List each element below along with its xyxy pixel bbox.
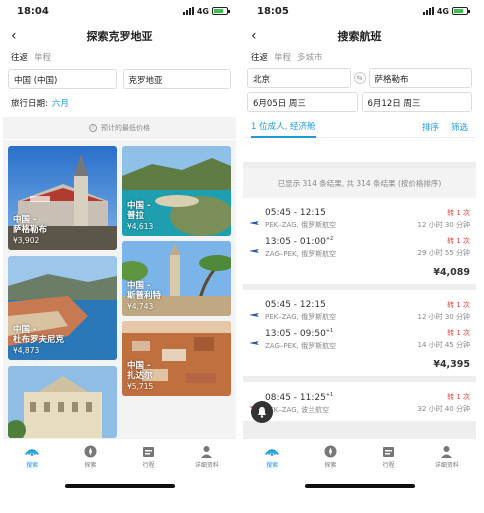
airline-logo-icon [249, 303, 259, 322]
price-hint: i 预计的最低价格 [3, 117, 236, 139]
page-title: 搜索航班 [337, 30, 382, 43]
signal-icon [182, 7, 194, 15]
tab-explore[interactable]: 探索 [61, 439, 119, 474]
airline-logo-icon [249, 211, 259, 230]
info-icon: i [89, 124, 97, 132]
results-summary: 已显示 314 条结果, 共 314 条结果 (按价格排序) [243, 168, 476, 198]
page-title: 探索克罗地亚 [86, 30, 153, 43]
tab-explore[interactable]: 探索 [301, 439, 359, 474]
flight-leg: 13:05 - 01:00+2 ZAG–PEK, 俄罗斯航空 转 1 次 29 小时… [249, 236, 470, 259]
tab-bar: 搜索 探索 行程 详细资料 [3, 438, 236, 474]
airline-logo-icon [249, 331, 259, 350]
battery-icon [212, 7, 230, 15]
trip-type-tabs: 往返 单程 [3, 50, 236, 64]
tab-search[interactable]: 搜索 [243, 439, 301, 474]
return-date-field[interactable]: 6月12日 周三 [361, 92, 472, 112]
flight-leg: 05:45 - 12:15 PEK–ZAG, 俄罗斯航空 转 1 次 12 小时 3… [249, 300, 470, 322]
price-hint-text: 预计的最低价格 [101, 124, 150, 132]
status-bar: 18:04 4G [3, 0, 236, 22]
destination-grid: 中国 - 萨格勒布 ¥3,902 中国 - 普拉 ¥4,613 中国 - 杜布罗… [3, 140, 236, 438]
tab-one-way[interactable]: 单程 [274, 51, 291, 63]
destination-card-dubrovnik[interactable]: 中国 - 杜布罗夫尼克 ¥4,873 [8, 256, 117, 360]
swap-icon[interactable]: ⇆ [353, 72, 366, 84]
destination-card-rijeka[interactable] [8, 366, 117, 438]
nav-bar: ‹ 搜索航班 [243, 22, 476, 50]
network-label: 4G [436, 6, 449, 16]
profile-icon [200, 444, 214, 458]
tab-search[interactable]: 搜索 [3, 439, 61, 474]
card-caption: 中国 - 萨格勒布 ¥3,902 [13, 215, 48, 245]
nav-bar: ‹ 探索克罗地亚 [3, 22, 236, 50]
result-card[interactable]: 05:45 - 12:15 PEK–ZAG, 俄罗斯航空 转 1 次 12 小时 3… [243, 198, 476, 284]
network-label: 4G [196, 6, 209, 16]
airline-logo-icon [249, 239, 259, 258]
travel-date-label: 旅行日期: [11, 99, 48, 109]
depart-date-field[interactable]: 6月05日 周三 [247, 92, 358, 112]
travel-date-row[interactable]: 旅行日期: 六月 [3, 89, 236, 109]
tab-bar: 搜索 探索 行程 详细资料 [243, 438, 476, 474]
passengers-cabin-selector[interactable]: 1 位成人, 经济舱 [251, 115, 316, 138]
result-price: ¥4,395 [433, 359, 470, 370]
card-caption: 中国 - 扎达尔 ¥5,715 [127, 361, 154, 391]
compass-icon [323, 444, 337, 458]
building-photo [8, 366, 117, 438]
trips-icon [382, 444, 396, 458]
back-button[interactable]: ‹ [251, 28, 257, 44]
trips-icon [142, 444, 156, 458]
origin-field[interactable]: 北京 [247, 68, 351, 88]
sort-button[interactable]: 排序 [422, 121, 439, 133]
battery-icon [452, 7, 470, 15]
card-caption: 中国 - 普拉 ¥4,613 [127, 201, 154, 231]
result-card[interactable]: 05:45 - 12:15 PEK–ZAG, 俄罗斯航空 转 1 次 12 小时 3… [243, 290, 476, 376]
search-waves-icon [25, 444, 39, 458]
search-waves-icon [265, 444, 279, 458]
flight-leg: 05:45 - 12:15 PEK–ZAG, 俄罗斯航空 转 1 次 12 小时 3… [249, 208, 470, 230]
status-time: 18:04 [17, 5, 49, 17]
destination-field[interactable]: 萨格勒布 [368, 68, 472, 88]
result-price: ¥4,089 [433, 267, 470, 278]
tab-round-trip[interactable]: 往返 [11, 51, 28, 63]
home-indicator [305, 484, 415, 488]
tab-trips[interactable]: 行程 [120, 439, 178, 474]
destination-field[interactable]: 克罗地亚 [122, 69, 231, 89]
flight-leg: 08:45 - 11:25+1 PEK–ZAG, 波兰航空 转 1 次 32 小时 … [249, 392, 470, 415]
tab-profile[interactable]: 详细资料 [178, 439, 236, 474]
card-caption: 中国 - 斯普利特 ¥4,743 [127, 281, 162, 311]
bell-icon [258, 407, 266, 418]
explore-screen: 18:04 4G ‹ 探索克罗地亚 往返 单程 中国 (中国) 克罗地亚 旅行日… [3, 0, 236, 513]
trip-type-tabs: 往返 单程 多城市 [243, 50, 476, 64]
tab-trips[interactable]: 行程 [360, 439, 418, 474]
status-bar: 18:05 4G [243, 0, 476, 22]
result-card[interactable]: 08:45 - 11:25+1 PEK–ZAG, 波兰航空 转 1 次 32 小时 … [243, 382, 476, 421]
profile-icon [440, 444, 454, 458]
status-time: 18:05 [257, 5, 289, 17]
back-button[interactable]: ‹ [11, 28, 17, 44]
filter-button[interactable]: 筛选 [451, 121, 468, 133]
destination-card-split[interactable]: 中国 - 斯普利特 ¥4,743 [122, 241, 231, 316]
signal-icon [422, 7, 434, 15]
travel-date-value[interactable]: 六月 [52, 97, 69, 109]
compass-icon [83, 444, 97, 458]
card-caption: 中国 - 杜布罗夫尼克 ¥4,873 [13, 325, 65, 355]
flight-search-screen: 18:05 4G ‹ 搜索航班 往返 单程 多城市 北京 ⇆ 萨格勒布 6月05… [243, 0, 476, 513]
filter-row: 1 位成人, 经济舱 排序 筛选 [243, 116, 476, 138]
origin-field[interactable]: 中国 (中国) [8, 69, 117, 89]
destination-card-zagreb[interactable]: 中国 - 萨格勒布 ¥3,902 [8, 146, 117, 250]
tab-profile[interactable]: 详细资料 [418, 439, 476, 474]
flight-leg: 13:05 - 09:50+1 ZAG–PEK, 俄罗斯航空 转 1 次 14 小时… [249, 328, 470, 351]
tab-one-way[interactable]: 单程 [34, 51, 51, 63]
tab-multi-city[interactable]: 多城市 [297, 51, 323, 63]
assistant-button[interactable] [251, 401, 273, 423]
tab-round-trip[interactable]: 往返 [251, 51, 268, 63]
destination-card-pula[interactable]: 中国 - 普拉 ¥4,613 [122, 146, 231, 236]
home-indicator [65, 484, 175, 488]
destination-card-zadar[interactable]: 中国 - 扎达尔 ¥5,715 [122, 321, 231, 396]
results-list: 已显示 314 条结果, 共 314 条结果 (按价格排序) 05:45 - 1… [243, 162, 476, 438]
